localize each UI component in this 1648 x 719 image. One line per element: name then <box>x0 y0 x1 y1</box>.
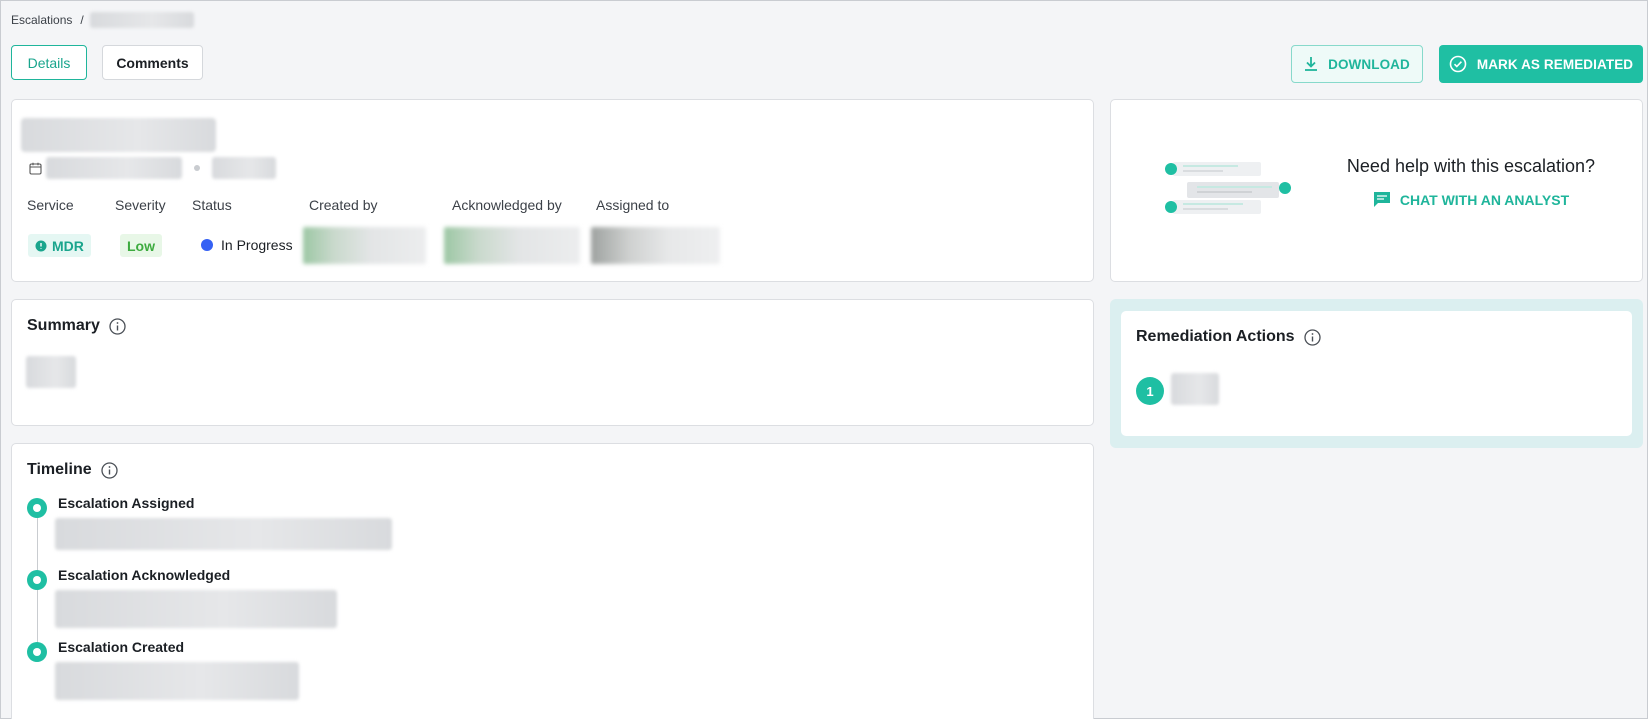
chat-with-analyst-label: CHAT WITH AN ANALYST <box>1399 191 1570 208</box>
download-button[interactable]: DOWNLOAD <box>1291 45 1423 83</box>
escalation-meta <box>29 157 276 179</box>
shield-icon <box>35 240 47 251</box>
created-by-user-redacted <box>303 227 426 264</box>
check-circle-icon <box>1449 55 1467 73</box>
timeline-event-details-redacted <box>55 590 337 628</box>
chat-icon <box>1373 192 1390 207</box>
breadcrumb-separator: / <box>80 13 84 27</box>
chat-with-analyst-button[interactable]: CHAT WITH AN ANALYST <box>1336 191 1606 208</box>
severity-badge: Low <box>120 234 162 257</box>
created-by-label: Created by <box>309 197 378 213</box>
summary-text-redacted <box>26 356 76 388</box>
summary-card: Summary <box>11 299 1094 426</box>
status-value: In Progress <box>221 237 293 253</box>
timeline-event-label: Escalation Created <box>58 639 185 655</box>
summary-heading: Summary <box>27 317 126 335</box>
breadcrumb-root[interactable]: Escalations <box>11 13 72 27</box>
timeline-event-details-redacted <box>55 518 392 550</box>
acknowledged-by-label: Acknowledged by <box>452 197 562 213</box>
summary-title: Summary <box>27 317 100 334</box>
timeline-card: Timeline Escalation Assigned Escalation … <box>11 443 1094 719</box>
timeline-event-label: Escalation Acknowledged <box>58 567 231 583</box>
timeline-heading: Timeline <box>27 461 118 479</box>
download-label: DOWNLOAD <box>1328 56 1410 72</box>
chat-illustration <box>1165 162 1291 214</box>
timeline-dot <box>27 642 47 662</box>
remediation-title: Remediation Actions <box>1136 328 1295 345</box>
info-icon[interactable] <box>1303 328 1321 346</box>
info-icon[interactable] <box>109 317 126 335</box>
meta-separator <box>194 165 200 171</box>
timeline-title: Timeline <box>27 461 92 478</box>
assigned-to-label: Assigned to <box>596 197 670 213</box>
remediation-step-text-redacted <box>1171 373 1219 405</box>
timeline-dot <box>27 498 47 518</box>
timeline-event-label: Escalation Assigned <box>58 495 195 511</box>
mark-as-remediated-button[interactable]: MARK AS REMEDIATED <box>1439 45 1643 83</box>
tab-details[interactable]: Details <box>11 45 87 80</box>
remediation-card: Remediation Actions 1 <box>1121 311 1632 436</box>
status-dot <box>201 239 213 251</box>
tab-comments[interactable]: Comments <box>102 45 203 80</box>
severity-label: Severity <box>115 197 166 213</box>
remediation-panel: Remediation Actions 1 <box>1110 299 1643 448</box>
acknowledged-by-user-redacted <box>444 227 580 264</box>
help-title: Need help with this escalation? <box>1346 156 1596 176</box>
escalation-id-redacted <box>212 157 276 179</box>
calendar-icon <box>29 162 42 175</box>
timeline-dot <box>27 570 47 590</box>
escalation-title-redacted <box>21 118 216 152</box>
status-label: Status <box>192 197 232 213</box>
escalation-header-card: Service Severity Status Created by Ackno… <box>11 99 1094 282</box>
download-icon <box>1305 57 1318 71</box>
service-value: MDR <box>52 237 84 254</box>
timeline-event-details-redacted <box>55 662 299 700</box>
escalation-date-redacted <box>46 157 182 179</box>
service-badge: MDR <box>28 234 91 257</box>
remediation-step-number: 1 <box>1136 377 1164 405</box>
assigned-to-user-redacted[interactable] <box>591 227 720 264</box>
info-icon[interactable] <box>100 461 118 479</box>
help-card: Need help with this escalation? CHAT WIT… <box>1110 99 1643 282</box>
breadcrumb-current-redacted <box>89 12 194 28</box>
breadcrumb: Escalations / <box>11 12 194 28</box>
remediation-heading: Remediation Actions <box>1136 328 1321 346</box>
status-indicator: In Progress <box>201 237 293 253</box>
mark-as-remediated-label: MARK AS REMEDIATED <box>1476 56 1634 72</box>
service-label: Service <box>27 197 74 213</box>
